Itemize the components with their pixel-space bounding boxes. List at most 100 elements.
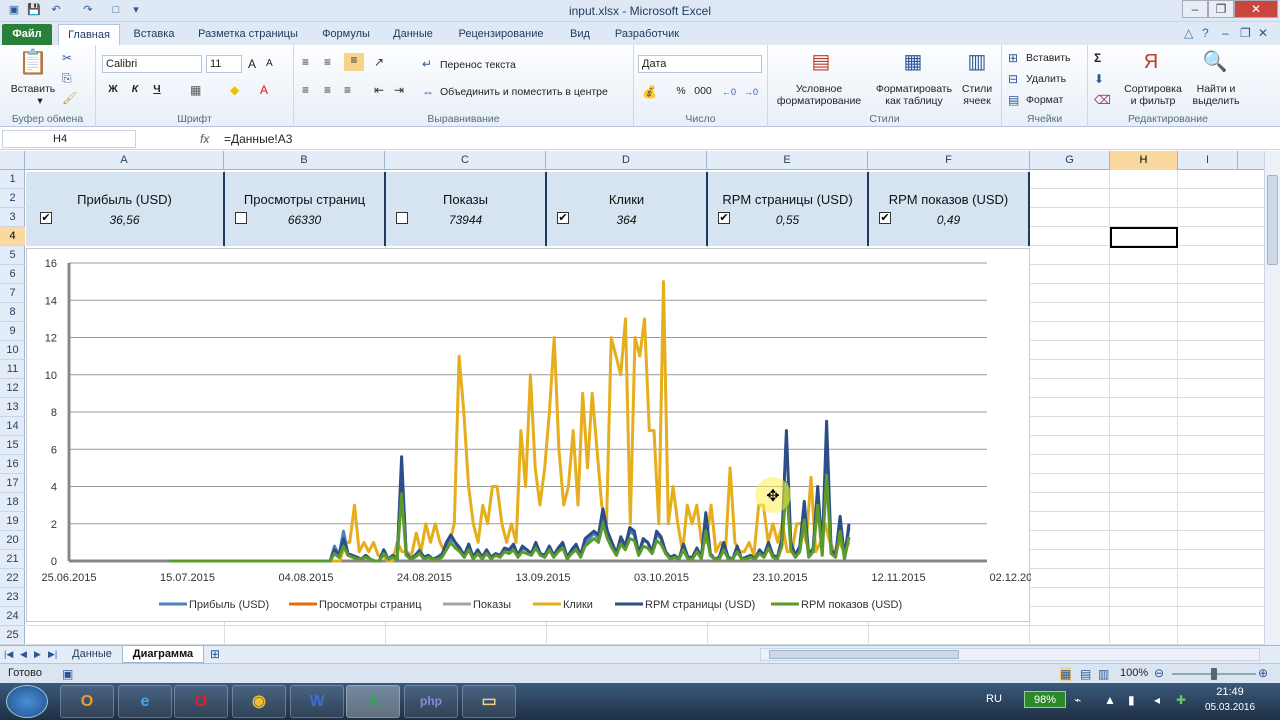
tab-insert[interactable]: Вставка (126, 24, 182, 45)
row-header-2[interactable]: 2 (0, 189, 25, 208)
conditional-format-button[interactable]: Условное форматирование (770, 83, 868, 107)
format-cells-button[interactable]: Формат (1026, 94, 1063, 106)
row-header-17[interactable]: 17 (0, 474, 25, 493)
kpi-card-checkbox[interactable] (396, 212, 408, 224)
sheet-tab-data[interactable]: Данные (62, 646, 122, 663)
align-center-icon[interactable]: ≡ (324, 83, 331, 97)
column-header-h[interactable]: H (1110, 151, 1178, 170)
fill-icon[interactable]: ⬇ (1094, 72, 1104, 86)
kpi-card-checkbox[interactable]: ✔ (718, 212, 730, 224)
row-header-22[interactable]: 22 (0, 569, 25, 588)
cell-styles-icon[interactable]: ▥ (964, 49, 990, 75)
column-header-d[interactable]: D (546, 151, 707, 170)
zoom-level[interactable]: 100% (1120, 667, 1148, 679)
tab-view[interactable]: Вид (560, 24, 600, 45)
tab-data[interactable]: Данные (384, 24, 442, 45)
clock-time[interactable]: 21:49 (1200, 686, 1260, 698)
zoom-out-icon[interactable]: ⊖ (1154, 666, 1164, 680)
row-header-8[interactable]: 8 (0, 303, 25, 322)
borders-icon[interactable]: ▦ (190, 83, 201, 97)
zoom-slider-thumb[interactable] (1211, 668, 1217, 680)
tray-app-icon[interactable]: ⌁ (1074, 693, 1081, 707)
shrink-font-icon[interactable]: A (266, 57, 273, 71)
row-header-13[interactable]: 13 (0, 398, 25, 417)
tray-arrow-icon[interactable]: ▲ (1104, 693, 1116, 707)
bold-button[interactable]: Ж (106, 83, 120, 95)
tab-page-layout[interactable]: Разметка страницы (190, 24, 306, 45)
restore-button[interactable]: ❐ (1208, 0, 1234, 18)
page-layout-view-icon[interactable]: ▤ (1080, 667, 1091, 681)
minimize-button[interactable]: – (1182, 0, 1208, 18)
php-taskbar-icon[interactable]: php (404, 685, 458, 718)
name-box[interactable]: H4 (2, 130, 136, 148)
copy-icon[interactable]: ⎘ (62, 71, 72, 85)
function-icon[interactable]: fx (200, 132, 209, 146)
prev-sheet-icon[interactable]: ◀ (20, 647, 27, 661)
delete-cells-icon[interactable]: ⊟ (1008, 72, 1018, 86)
normal-view-icon[interactable]: ▦ (1060, 667, 1072, 681)
kpi-card-checkbox[interactable]: ✔ (879, 212, 891, 224)
row-header-21[interactable]: 21 (0, 550, 25, 569)
column-header-c[interactable]: C (385, 151, 546, 170)
paste-dropdown-icon[interactable]: ▾ (30, 95, 50, 107)
format-as-table-button[interactable]: Форматировать как таблицу (872, 83, 956, 107)
vertical-scroll-thumb[interactable] (1267, 175, 1278, 265)
autosum-icon[interactable]: Σ (1094, 51, 1101, 65)
language-indicator[interactable]: RU (986, 693, 1002, 705)
insert-sheet-icon[interactable]: ⊞ (210, 647, 220, 661)
row-header-15[interactable]: 15 (0, 436, 25, 455)
paste-icon[interactable]: 📋 (18, 49, 48, 77)
select-all-corner[interactable] (0, 151, 25, 170)
grow-font-icon[interactable]: A (248, 57, 256, 71)
outlook-taskbar-icon[interactable]: O (60, 685, 114, 718)
row-header-7[interactable]: 7 (0, 284, 25, 303)
font-size-select[interactable]: 11 (206, 55, 242, 73)
first-sheet-icon[interactable]: |◀ (4, 647, 13, 661)
decrease-decimal-icon[interactable]: →0 (744, 85, 758, 99)
formula-input[interactable]: =Данные!A3 (224, 132, 292, 146)
row-header-25[interactable]: 25 (0, 626, 25, 645)
cell-styles-button[interactable]: Стили ячеек (956, 83, 998, 107)
clear-icon[interactable]: ⌫ (1094, 93, 1111, 107)
align-middle-icon[interactable]: ≡ (324, 55, 331, 69)
ie-taskbar-icon[interactable]: e (118, 685, 172, 718)
format-cells-icon[interactable]: ▤ (1008, 93, 1019, 107)
kpi-card-checkbox[interactable]: ✔ (557, 212, 569, 224)
row-header-18[interactable]: 18 (0, 493, 25, 512)
merge-center-icon[interactable]: ⇔ (422, 85, 434, 99)
row-header-14[interactable]: 14 (0, 417, 25, 436)
align-top-icon[interactable]: ≡ (302, 55, 309, 69)
column-header-a[interactable]: A (25, 151, 224, 170)
row-header-1[interactable]: 1 (0, 170, 25, 189)
font-color-icon[interactable]: A (260, 83, 268, 97)
merge-center-button[interactable]: Объединить и поместить в центре (440, 86, 608, 98)
column-header-g[interactable]: G (1030, 151, 1110, 170)
align-right-icon[interactable]: ≡ (344, 83, 351, 97)
font-name-select[interactable]: Calibri (102, 55, 202, 73)
opera-taskbar-icon[interactable]: O (174, 685, 228, 718)
page-break-view-icon[interactable]: ▥ (1098, 667, 1109, 681)
underline-button[interactable]: Ч (150, 83, 164, 95)
zoom-in-icon[interactable]: ⊕ (1258, 666, 1268, 680)
row-header-3[interactable]: 3 (0, 208, 25, 227)
orientation-icon[interactable]: ↗ (374, 55, 384, 69)
row-header-16[interactable]: 16 (0, 455, 25, 474)
column-header-f[interactable]: F (868, 151, 1030, 170)
tab-review[interactable]: Рецензирование (448, 24, 554, 45)
percent-button[interactable]: % (674, 85, 688, 97)
sort-filter-button[interactable]: Сортировка и фильтр (1120, 83, 1186, 107)
doc-close-icon[interactable]: ✕ (1258, 26, 1268, 40)
battery-indicator[interactable]: 98% (1024, 691, 1066, 708)
kpi-card-checkbox[interactable] (235, 212, 247, 224)
wrap-text-icon[interactable]: ↵ (422, 57, 432, 71)
conditional-format-icon[interactable]: ▤ (808, 49, 834, 75)
excel-taskbar-icon[interactable]: X (346, 685, 400, 718)
vertical-scrollbar[interactable] (1264, 151, 1280, 645)
next-sheet-icon[interactable]: ▶ (34, 647, 41, 661)
row-header-12[interactable]: 12 (0, 379, 25, 398)
column-header-b[interactable]: B (224, 151, 385, 170)
insert-cells-icon[interactable]: ⊞ (1008, 51, 1018, 65)
horizontal-scrollbar[interactable] (760, 648, 1260, 661)
row-header-19[interactable]: 19 (0, 512, 25, 531)
format-as-table-icon[interactable]: ▦ (900, 49, 926, 75)
